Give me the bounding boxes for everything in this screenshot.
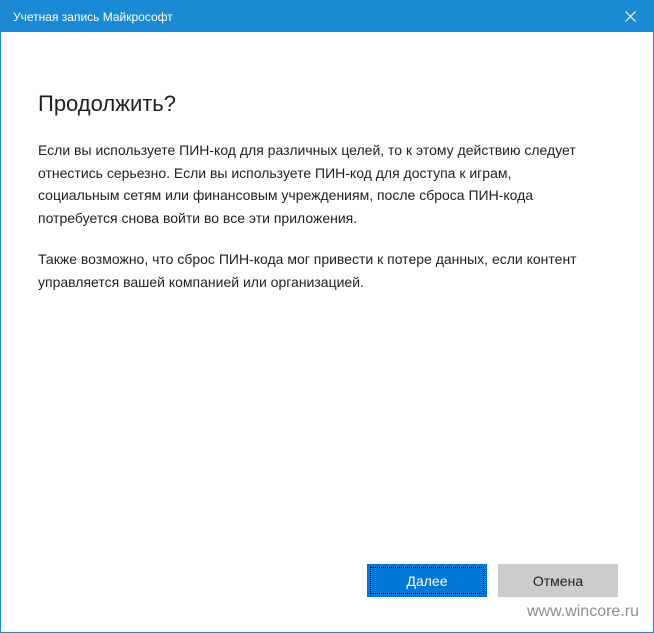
- warning-paragraph: Если вы используете ПИН-код для различны…: [38, 142, 576, 226]
- dialog-heading: Продолжить?: [38, 91, 177, 116]
- data-loss-paragraph: Также возможно, что сброс ПИН-кода мог п…: [38, 251, 577, 290]
- close-button[interactable]: [607, 1, 653, 32]
- continue-button[interactable]: Далее: [367, 564, 487, 597]
- close-icon: [624, 11, 636, 22]
- title-bar[interactable]: Учетная запись Майкрософт: [1, 1, 653, 32]
- cancel-button[interactable]: Отмена: [498, 564, 618, 597]
- dialog-window: Учетная запись Майкрософт Продолжить? Ес…: [0, 0, 654, 633]
- window-title: Учетная запись Майкрософт: [13, 10, 173, 24]
- watermark-text: www.wincore.ru: [526, 603, 639, 620]
